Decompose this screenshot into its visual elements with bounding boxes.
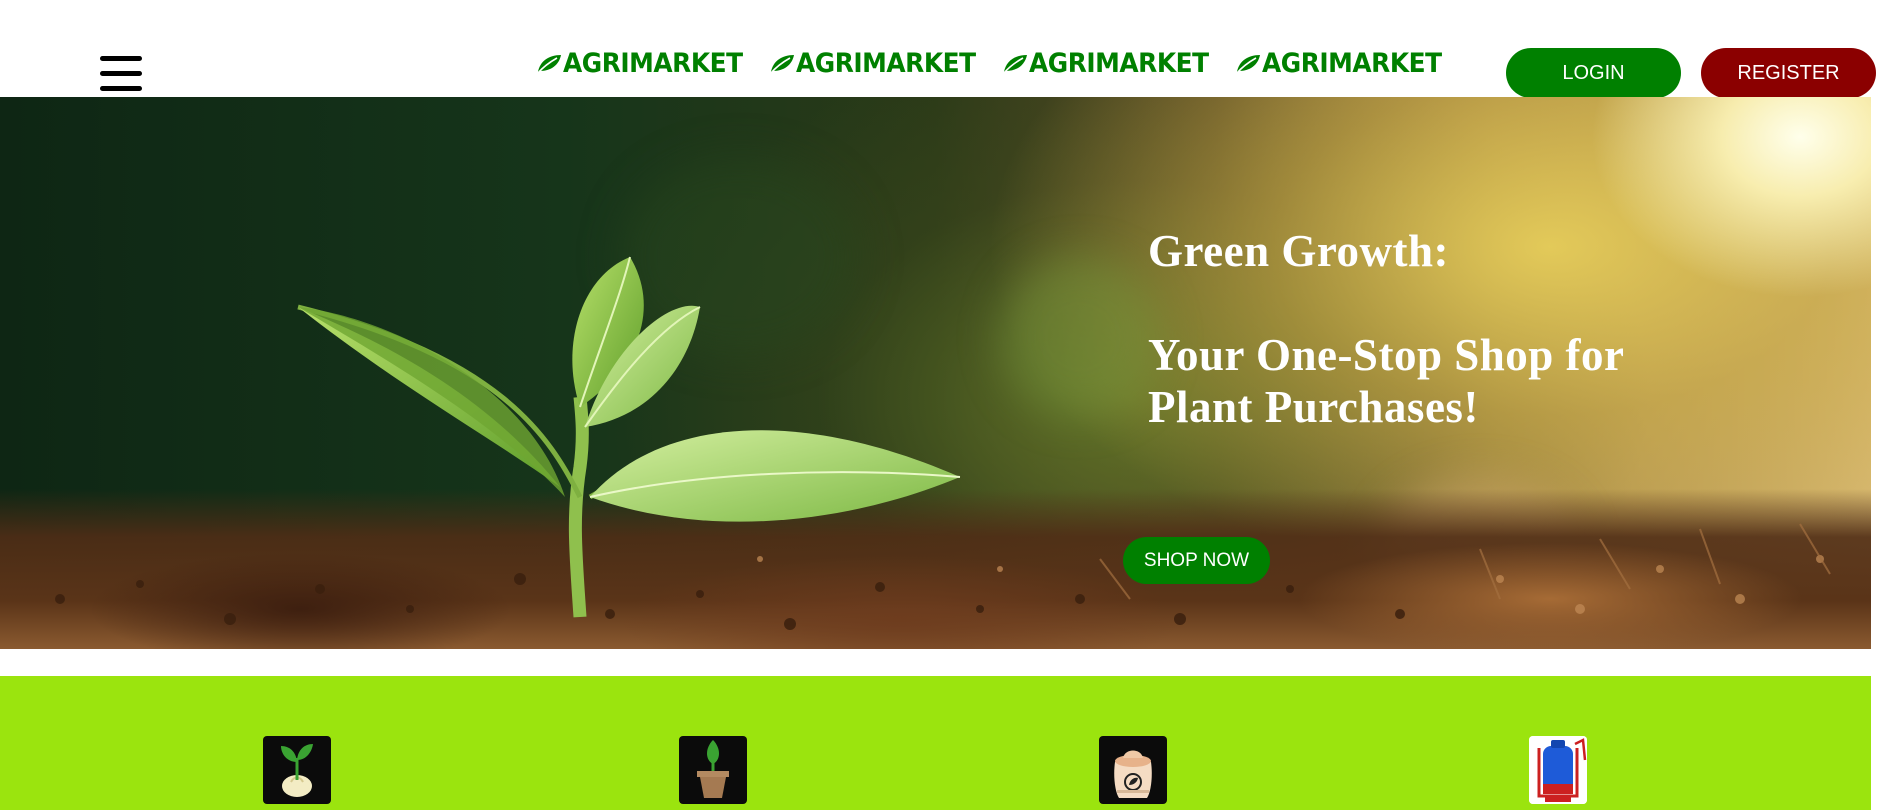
brand-nav: AGRIMARKET AGRIMARKET AGRIMARKET AGRIMAR…: [536, 46, 1442, 80]
brand-link-2[interactable]: AGRIMARKET: [769, 46, 976, 80]
hamburger-bar: [100, 71, 142, 76]
brand-link-4[interactable]: AGRIMARKET: [1235, 46, 1442, 80]
potted-plant-icon[interactable]: [679, 736, 747, 804]
category-strip: [0, 676, 1871, 810]
shop-now-button[interactable]: SHOP NOW: [1123, 537, 1270, 584]
leaf-icon: [1236, 55, 1260, 74]
seed-sprout-icon[interactable]: [263, 736, 331, 804]
hero-title-line1: Green Growth:: [1148, 226, 1450, 276]
login-button[interactable]: LOGIN: [1506, 48, 1681, 98]
site-header: AGRIMARKET AGRIMARKET AGRIMARKET AGRIMAR…: [0, 0, 1881, 98]
seedling-illustration: [297, 256, 961, 618]
leaf-icon: [770, 55, 794, 74]
hamburger-bar: [100, 56, 142, 61]
brand-link-3[interactable]: AGRIMARKET: [1002, 46, 1209, 80]
brand-link-1[interactable]: AGRIMARKET: [536, 46, 743, 80]
brand-text: AGRIMARKET: [1262, 47, 1442, 79]
leaf-icon: [1003, 55, 1027, 74]
register-button[interactable]: REGISTER: [1701, 48, 1876, 98]
hamburger-menu-icon[interactable]: [100, 56, 142, 92]
brand-text: AGRIMARKET: [1029, 47, 1209, 79]
brand-text: AGRIMARKET: [796, 47, 976, 79]
hero-title: Green Growth: Your One-Stop Shop for Pla…: [1148, 225, 1708, 433]
bokeh-light: [1000, 257, 1160, 417]
sprayer-tank-icon[interactable]: [1529, 736, 1587, 804]
fertilizer-sack-icon[interactable]: [1099, 736, 1167, 804]
hamburger-bar: [100, 86, 142, 91]
hero-title-line2: Your One-Stop Shop for Plant Purchases!: [1148, 330, 1624, 432]
hero-banner: Green Growth: Your One-Stop Shop for Pla…: [0, 97, 1871, 649]
leaf-icon: [537, 55, 561, 74]
brand-text: AGRIMARKET: [563, 47, 743, 79]
